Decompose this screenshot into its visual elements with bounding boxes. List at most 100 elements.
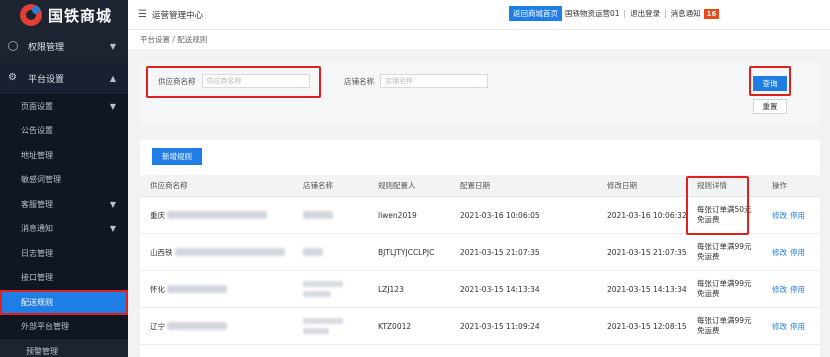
logo-icon bbox=[20, 4, 42, 26]
shop-input[interactable] bbox=[380, 74, 488, 88]
menu-icon[interactable]: ☰ bbox=[138, 9, 148, 20]
rule-detail-line: 每张订单满99元 bbox=[697, 279, 752, 288]
sidebar-item-notifications[interactable]: 消息通知 ▼ bbox=[0, 216, 128, 241]
notification-count-badge: 16 bbox=[703, 8, 720, 19]
disable-link[interactable]: 停用 bbox=[790, 284, 805, 295]
actions-cell: 修改 停用 bbox=[772, 197, 808, 233]
redacted-text bbox=[303, 248, 323, 256]
supplier-name: 重庆 bbox=[150, 210, 165, 220]
chevron-up-icon: ▲ bbox=[109, 73, 116, 83]
chevron-down-icon: ▼ bbox=[109, 41, 116, 51]
brand-name: 国铁商城 bbox=[48, 6, 113, 25]
sidebar-item-page-settings[interactable]: 页面设置 ▼ bbox=[0, 94, 128, 119]
sidebar-item-announcements[interactable]: 公告设置 bbox=[0, 118, 128, 143]
shop-label: 店铺名称 bbox=[344, 76, 374, 86]
sidebar-group-label: 平台设置 bbox=[28, 74, 65, 85]
sidebar-item-sensitive-words[interactable]: 敏感词管理 bbox=[0, 167, 128, 192]
redacted-text bbox=[174, 248, 285, 256]
column-header: 配置日期 bbox=[460, 181, 490, 190]
edit-link[interactable]: 修改 bbox=[772, 284, 787, 295]
sidebar-item-delivery-rules[interactable]: 配送规则 bbox=[0, 290, 128, 315]
table-row: 辽宁 KTZ0012 2021-03-15 11:09:24 2021-03-1… bbox=[140, 308, 820, 345]
rule-detail-line: 免运费 bbox=[697, 252, 720, 261]
configurer-cell: KTZ0012 bbox=[378, 321, 412, 331]
edit-link[interactable]: 修改 bbox=[772, 247, 787, 258]
modify-date-cell: 2021-03-16 10:06:32 bbox=[607, 210, 687, 220]
rule-detail-cell: 每张订单满99元 免运费 bbox=[697, 234, 752, 270]
sidebar-group-alerts[interactable]: 预警管理 bbox=[0, 345, 128, 357]
sidebar-group-platform-settings[interactable]: ⚙ 平台设置 ▲ bbox=[0, 62, 128, 94]
sidebar-item-interfaces[interactable]: 接口管理 bbox=[0, 265, 128, 290]
search-panel: 供应商名称 店铺名称 查询 重置 bbox=[140, 62, 820, 126]
table-row: 山西铁 BJTLJTYJCCLPJC 2021-03-15 21:07:35 2… bbox=[140, 234, 820, 271]
brand-logo[interactable]: 国铁商城 bbox=[0, 0, 128, 30]
modify-date-cell: 2021-03-15 12:08:15 bbox=[607, 321, 687, 331]
column-header: 供应商名称 bbox=[150, 181, 188, 190]
disable-link[interactable]: 停用 bbox=[790, 321, 805, 332]
column-header: 修改日期 bbox=[607, 181, 637, 190]
column-header: 操作 bbox=[772, 181, 787, 190]
system-title: 运营管理中心 bbox=[152, 10, 204, 21]
sidebar-item-label: 页面设置 bbox=[21, 101, 53, 111]
disable-link[interactable]: 停用 bbox=[790, 210, 805, 221]
sidebar-item-label: 客服管理 bbox=[21, 199, 53, 209]
top-bar: ☰ 运营管理中心 返回商城首页 国铁物资运营01 | 退出登录 | 消息通知 1… bbox=[128, 0, 830, 30]
sidebar: 国铁商城 权限管理 ▼ ⚙ 平台设置 ▲ 页面设置 ▼ 公告设置 地址管理 敏感… bbox=[0, 0, 128, 357]
config-date-cell: 2021-03-15 21:07:35 bbox=[460, 247, 540, 257]
sidebar-group-label: 权限管理 bbox=[28, 42, 65, 53]
rule-detail-line: 每张订单满99元 bbox=[697, 242, 752, 251]
redacted-text bbox=[167, 285, 227, 293]
sidebar-item-addresses[interactable]: 地址管理 bbox=[0, 143, 128, 168]
supplier-name: 山西铁 bbox=[150, 247, 173, 257]
shop-cell bbox=[303, 308, 343, 344]
supplier-cell: 重庆 bbox=[150, 197, 267, 233]
sidebar-item-logs[interactable]: 日志管理 bbox=[0, 241, 128, 266]
sidebar-item-label: 配送规则 bbox=[21, 297, 53, 307]
edit-link[interactable]: 修改 bbox=[772, 321, 787, 332]
disable-link[interactable]: 停用 bbox=[790, 247, 805, 258]
logout-link[interactable]: 退出登录 bbox=[630, 8, 660, 19]
sidebar-item-label: 接口管理 bbox=[21, 273, 53, 283]
rule-detail-line: 免运费 bbox=[697, 289, 720, 298]
redacted-text bbox=[167, 322, 227, 330]
rule-detail-cell: 每张订单满99元 免运费 bbox=[697, 271, 752, 307]
redacted-text bbox=[303, 281, 343, 287]
back-to-mall-button[interactable]: 返回商城首页 bbox=[509, 6, 562, 21]
sidebar-group-permissions[interactable]: 权限管理 ▼ bbox=[0, 30, 128, 62]
highlight-box bbox=[749, 66, 791, 96]
shop-cell bbox=[303, 234, 323, 270]
shield-icon bbox=[8, 41, 18, 51]
sidebar-item-label: 敏感词管理 bbox=[21, 175, 61, 185]
sidebar-item-customer-service[interactable]: 客服管理 ▼ bbox=[0, 192, 128, 217]
edit-link[interactable]: 修改 bbox=[772, 210, 787, 221]
shop-cell bbox=[303, 197, 333, 233]
shop-cell bbox=[303, 271, 343, 307]
sidebar-item-label: 地址管理 bbox=[21, 150, 53, 160]
supplier-cell: 山西铁 bbox=[150, 234, 285, 270]
add-rule-button[interactable]: 新增规则 bbox=[152, 148, 202, 165]
sidebar-group-label: 预警管理 bbox=[26, 346, 58, 356]
highlight-box bbox=[686, 176, 749, 235]
sidebar-item-external-platforms[interactable]: 外部平台管理 bbox=[0, 314, 128, 339]
rule-detail-line: 每张订单满99元 bbox=[697, 316, 752, 325]
shop-field: 店铺名称 bbox=[344, 74, 488, 88]
supplier-name: 怀化 bbox=[150, 284, 165, 294]
notifications-link[interactable]: 消息通知 bbox=[671, 8, 701, 19]
column-header: 规则配置人 bbox=[378, 181, 416, 190]
breadcrumb: 平台设置 / 配送规则 bbox=[128, 30, 830, 50]
gear-icon: ⚙ bbox=[8, 72, 17, 83]
modify-date-cell: 2021-03-15 14:13:34 bbox=[607, 284, 687, 294]
sidebar-item-label: 消息通知 bbox=[21, 224, 53, 234]
column-header: 店铺名称 bbox=[303, 181, 333, 190]
chevron-down-icon: ▼ bbox=[109, 199, 116, 209]
sidebar-item-label: 外部平台管理 bbox=[21, 322, 69, 332]
user-name[interactable]: 国铁物资运营01 bbox=[565, 8, 620, 19]
rule-detail-line: 免运费 bbox=[697, 326, 720, 335]
table-row: 怀化 LZJ123 2021-03-15 14:13:34 2021-03-15… bbox=[140, 271, 820, 308]
supplier-cell: 怀化 bbox=[150, 271, 227, 307]
divider: | bbox=[664, 9, 667, 18]
modify-date-cell: 2021-03-15 21:07:35 bbox=[607, 247, 687, 257]
redacted-text bbox=[303, 291, 331, 297]
reset-button[interactable]: 重置 bbox=[753, 99, 787, 114]
actions-cell: 修改 停用 bbox=[772, 234, 808, 270]
